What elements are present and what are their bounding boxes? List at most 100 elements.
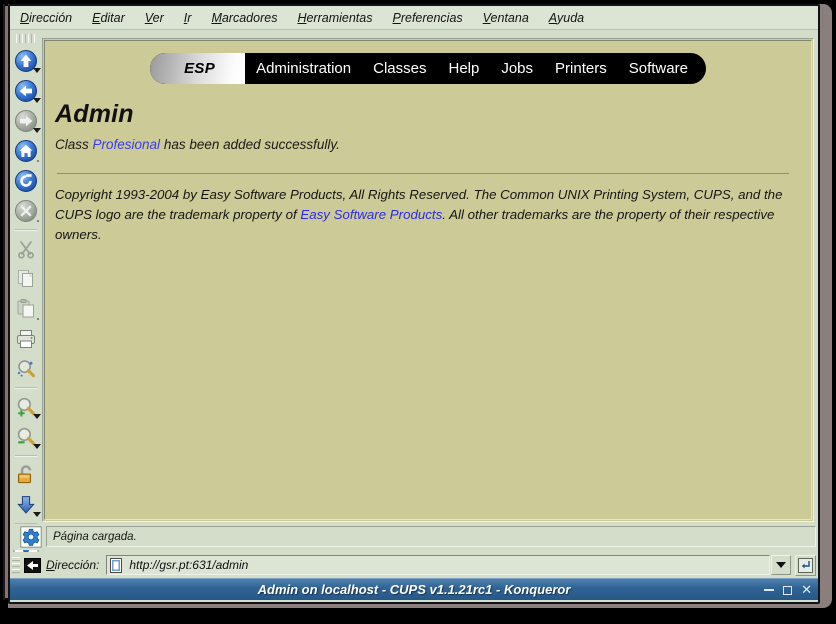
location-arrow-icon[interactable] [22, 555, 42, 575]
menu-ver[interactable]: Ver [136, 9, 173, 27]
toolbar-up-button[interactable] [10, 46, 42, 76]
toolbar-stop-button [10, 196, 42, 226]
tab-jobs[interactable]: Jobs [490, 53, 544, 84]
toolbar-zoom-out-button[interactable] [10, 422, 42, 452]
class-added-message: Class Profesional has been added success… [55, 137, 791, 152]
paste-icon [17, 299, 34, 318]
menu-ver-accel: V [144, 10, 153, 25]
menu-preferencias-accel: P [392, 10, 401, 25]
zoom-out-dropdown-caret-icon[interactable] [33, 444, 41, 449]
toolbar-security-button[interactable] [10, 460, 42, 490]
location-arrow-icon-glyph [23, 557, 41, 573]
menu-ayuda[interactable]: Ayuda [540, 9, 593, 27]
address-input[interactable]: http://gsr.pt:631/admin [106, 555, 770, 575]
tab-software[interactable]: Software [618, 53, 706, 84]
desktop-background: Dirección Editar Ver Ir Marcadores Herra… [0, 0, 836, 624]
up-dropdown-caret-icon[interactable] [33, 68, 41, 73]
cups-tab-pill: ESP Administration Classes Help Jobs Pri… [150, 53, 706, 84]
menu-direccion[interactable]: Dirección [11, 9, 81, 27]
paste-indicator-dot [37, 318, 39, 320]
tab-administration[interactable]: Administration [245, 53, 362, 84]
toolbar-back-button[interactable] [10, 76, 42, 106]
chevron-down-icon [776, 562, 786, 568]
address-label-rest: irección: [54, 558, 100, 572]
cut-scissors-icon [18, 241, 34, 259]
menu-editar[interactable]: Editar [83, 9, 134, 27]
window-titlebar[interactable]: Admin on localhost - CUPS v1.1.21rc1 - K… [10, 578, 818, 600]
toolbar-paste-button [10, 294, 42, 324]
message-suffix: has been added successfully. [160, 137, 340, 152]
padlock-open-icon [17, 465, 32, 484]
maximize-icon[interactable] [783, 585, 793, 595]
menu-editar-label: ditar [100, 10, 125, 25]
toolbar-cut-button [10, 234, 42, 264]
toolbar-drag-handle[interactable] [16, 34, 36, 43]
toolbar-separator-2 [15, 387, 37, 389]
address-go-button[interactable] [795, 554, 816, 576]
menu-ventana-label: entana [490, 10, 529, 25]
address-label-accel: D [46, 558, 55, 572]
menu-ir[interactable]: Ir [175, 9, 201, 27]
toolbar-zoom-in-button[interactable] [10, 392, 42, 422]
address-url-text[interactable]: http://gsr.pt:631/admin [129, 558, 248, 572]
toolbar-download-button[interactable] [10, 490, 42, 520]
copyright-notice: Copyright 1993-2004 by Easy Software Pro… [55, 185, 791, 246]
menu-marcadores[interactable]: Marcadores [202, 9, 286, 27]
toolbar-separator [15, 229, 37, 231]
tab-help[interactable]: Help [437, 53, 490, 84]
menu-marcadores-label: arcadores [221, 10, 278, 25]
address-history-dropdown[interactable] [771, 555, 791, 575]
stop-indicator-dot [37, 220, 39, 222]
enter-key-icon [798, 557, 813, 573]
minimize-icon[interactable] [764, 589, 775, 591]
print-icon [17, 330, 35, 348]
stop-icon [15, 200, 37, 222]
back-dropdown-caret-icon[interactable] [33, 98, 41, 103]
window-title: Admin on localhost - CUPS v1.1.21rc1 - K… [257, 582, 571, 597]
menu-marcadores-accel: M [211, 10, 222, 25]
cups-navigation-bar: ESP Administration Classes Help Jobs Pri… [45, 53, 811, 84]
toolbar-find-button[interactable] [10, 354, 42, 384]
address-label: Dirección: [46, 558, 99, 572]
toolbar-home-button[interactable] [10, 136, 42, 166]
location-toolbar: Dirección: http://gsr.pt:631/admin [10, 552, 818, 578]
statusbar: Página cargada. [46, 526, 816, 547]
menu-herramientas[interactable]: Herramientas [288, 9, 381, 27]
tab-printers[interactable]: Printers [544, 53, 618, 84]
browser-view-frame: ESP Administration Classes Help Jobs Pri… [42, 38, 814, 522]
cups-content: Admin Class Profesional has been added s… [45, 84, 811, 246]
statusbar-konqueror-button[interactable] [18, 524, 44, 550]
tab-esp[interactable]: ESP [150, 53, 246, 84]
page-icon [110, 557, 123, 573]
menu-direccion-label: irección [29, 10, 73, 25]
toolbar-separator-3 [15, 455, 37, 457]
location-toolbar-drag-handle[interactable] [12, 557, 20, 573]
browser-viewport: ESP Administration Classes Help Jobs Pri… [44, 40, 812, 520]
zoom-in-dropdown-caret-icon[interactable] [33, 414, 41, 419]
class-profesional-link[interactable]: Profesional [93, 137, 161, 152]
toolbar-copy-button [10, 264, 42, 294]
toolbar-print-button[interactable] [10, 324, 42, 354]
menu-preferencias[interactable]: Preferencias [383, 9, 471, 27]
cups-admin-page: ESP Administration Classes Help Jobs Pri… [45, 41, 811, 519]
page-title: Admin [55, 100, 134, 128]
download-dropdown-caret-icon[interactable] [33, 512, 41, 517]
menu-preferencias-label: referencias [400, 10, 463, 25]
close-icon[interactable]: ✕ [801, 584, 812, 597]
menu-herramientas-label: erramientas [306, 10, 373, 25]
content-divider [57, 173, 789, 174]
toolbar-forward-button [10, 106, 42, 136]
main-toolbar [10, 32, 42, 555]
menu-ayuda-label: yuda [557, 10, 585, 25]
find-icon [17, 360, 35, 378]
menu-ir-label: r [187, 10, 192, 25]
gear-icon [20, 526, 42, 548]
easy-software-products-link[interactable]: Easy Software Products [300, 207, 442, 222]
menubar: Dirección Editar Ver Ir Marcadores Herra… [10, 6, 818, 30]
status-row: Página cargada. [10, 524, 818, 550]
menu-ventana[interactable]: Ventana [474, 9, 538, 27]
forward-dropdown-caret-icon [33, 128, 41, 133]
menu-ver-label: er [152, 10, 164, 25]
toolbar-reload-button[interactable] [10, 166, 42, 196]
tab-classes[interactable]: Classes [362, 53, 437, 84]
